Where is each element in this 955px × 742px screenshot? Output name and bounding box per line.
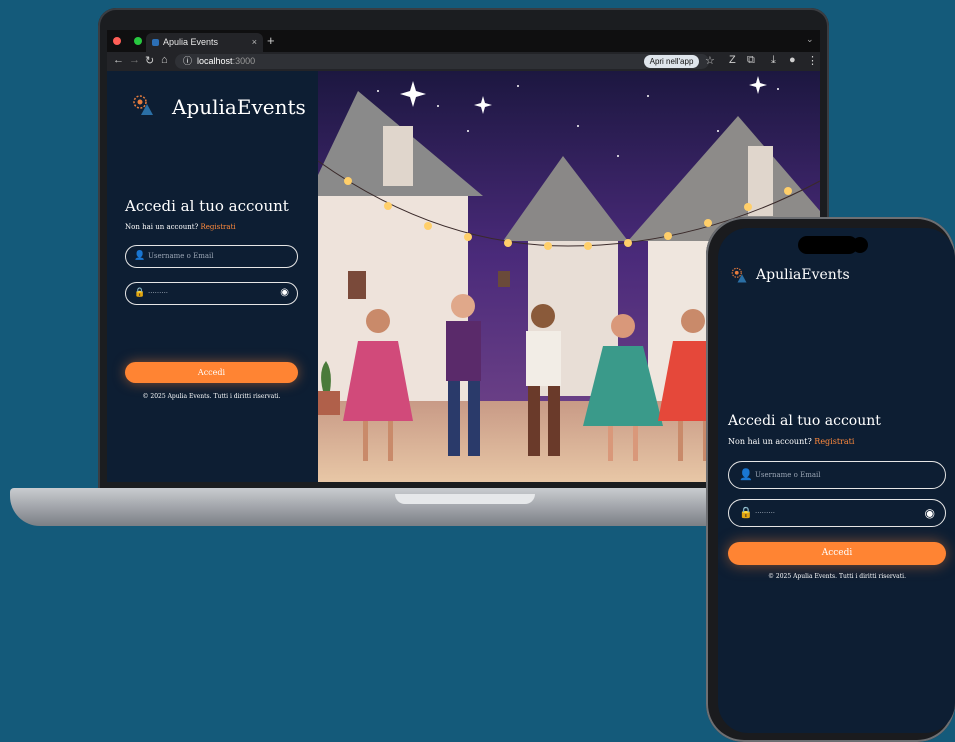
register-prompt: Non hai un account? Registrati [125, 223, 236, 231]
lock-icon: 🔒 [134, 287, 146, 297]
brand-name: ApuliaEvents [172, 95, 306, 119]
login-button[interactable]: Accedi [728, 542, 946, 565]
phone-screen: ApuliaEvents Accedi al tuo account Non h… [718, 228, 955, 733]
browser-tab[interactable]: Apulia Events × [146, 33, 263, 52]
password-value: ········· [755, 509, 776, 517]
copyright-text: © 2025 Apulia Events. Tutti i diritti ri… [768, 573, 906, 580]
lock-icon: 🔒 [739, 507, 753, 519]
login-panel: ApuliaEvents Accedi al tuo account Non h… [107, 71, 318, 482]
extensions-icon[interactable]: ⧉ [747, 54, 755, 67]
star-icon[interactable]: ☆ [705, 54, 715, 67]
user-icon: 👤 [134, 250, 146, 260]
tab-search-chevron-icon[interactable]: ⌄ [806, 34, 814, 45]
dynamic-island [798, 236, 858, 254]
maximize-window-button[interactable] [134, 37, 142, 45]
eye-icon[interactable]: ◉ [280, 287, 289, 298]
logo-icon [731, 267, 747, 283]
menu-icon[interactable]: ⋮ [807, 54, 818, 67]
register-link[interactable]: Registrati [814, 437, 854, 446]
tab-title: Apulia Events [163, 37, 219, 47]
login-heading: Accedi al tuo account [125, 197, 289, 215]
eye-icon[interactable]: ◉ [925, 506, 935, 520]
url-text: ⓘ localhost:3000 [183, 55, 255, 68]
browser-toolbar: ← → ↻ ⌂ ⓘ localhost:3000 Apri nell'app ☆… [107, 52, 820, 71]
extension-z-icon[interactable]: Z [729, 54, 736, 66]
password-value: ········· [148, 289, 169, 297]
user-icon: 👤 [739, 469, 753, 481]
back-icon[interactable]: ← [113, 54, 124, 66]
download-icon[interactable]: ⤓ [771, 54, 776, 67]
camera-icon [852, 237, 868, 253]
open-in-app-button[interactable]: Apri nell'app [644, 55, 699, 68]
profile-avatar[interactable]: ● [789, 54, 796, 66]
logo-icon [133, 95, 153, 115]
no-account-text: Non hai un account? [728, 437, 812, 446]
username-field[interactable]: 👤 Username o Email [728, 461, 946, 489]
username-placeholder: Username o Email [148, 252, 214, 260]
brand-name: ApuliaEvents [756, 267, 850, 283]
tab-close-icon[interactable]: × [252, 33, 257, 52]
register-link[interactable]: Registrati [201, 223, 236, 231]
password-field[interactable]: 🔒 ········· ◉ [125, 282, 298, 305]
register-prompt: Non hai un account? Registrati [728, 437, 854, 446]
copyright-text: © 2025 Apulia Events. Tutti i diritti ri… [142, 393, 281, 400]
forward-icon[interactable]: → [129, 54, 140, 66]
password-field[interactable]: 🔒 ········· ◉ [728, 499, 946, 527]
home-icon[interactable]: ⌂ [161, 54, 168, 66]
reload-icon[interactable]: ↻ [145, 54, 154, 67]
username-field[interactable]: 👤 Username o Email [125, 245, 298, 268]
username-placeholder: Username o Email [755, 471, 821, 479]
address-bar[interactable]: ⓘ localhost:3000 [175, 54, 709, 69]
new-tab-button[interactable]: + [267, 33, 275, 48]
login-button[interactable]: Accedi [125, 362, 298, 383]
laptop-base-notch [395, 494, 535, 504]
favicon-icon [152, 39, 159, 46]
login-heading: Accedi al tuo account [728, 413, 881, 429]
info-icon[interactable]: ⓘ [183, 56, 192, 66]
browser-tab-bar: Apulia Events × + ⌄ [107, 30, 820, 52]
url-port: :3000 [232, 56, 256, 66]
no-account-text: Non hai un account? [125, 223, 199, 231]
close-window-button[interactable] [113, 37, 121, 45]
open-in-app-label: Apri nell'app [649, 57, 694, 66]
url-host: localhost [197, 56, 233, 66]
